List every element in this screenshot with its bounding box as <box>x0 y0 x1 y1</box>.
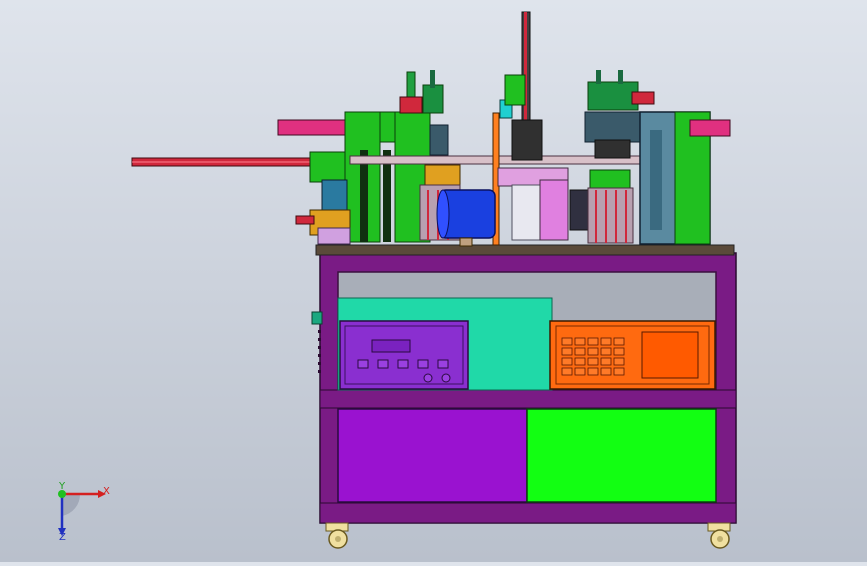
axis-z-label: Z <box>59 532 66 543</box>
left-red-stub <box>295 215 315 225</box>
caster-wheel-left <box>325 522 349 549</box>
coordinate-triad: X Y Z <box>40 478 120 548</box>
axis-y-label: Y <box>59 481 66 492</box>
door-left[interactable] <box>337 408 528 503</box>
axis-x-label: X <box>103 486 110 497</box>
keypad-panel[interactable] <box>549 320 716 390</box>
machine-assembly[interactable] <box>0 0 867 562</box>
left-top-tower <box>399 70 444 114</box>
cad-viewport[interactable] <box>0 0 867 562</box>
right-cylinder <box>689 119 731 137</box>
side-knob[interactable] <box>311 311 323 325</box>
left-lilac-block <box>317 227 351 245</box>
caster-wheel-right <box>707 522 731 549</box>
door-right[interactable] <box>526 408 717 503</box>
cylinder-blue <box>436 189 496 247</box>
left-rail <box>131 157 313 167</box>
left-cylinder <box>277 119 349 136</box>
center-column <box>499 11 543 161</box>
center-stack <box>497 167 591 241</box>
controller-panel[interactable] <box>339 320 469 390</box>
